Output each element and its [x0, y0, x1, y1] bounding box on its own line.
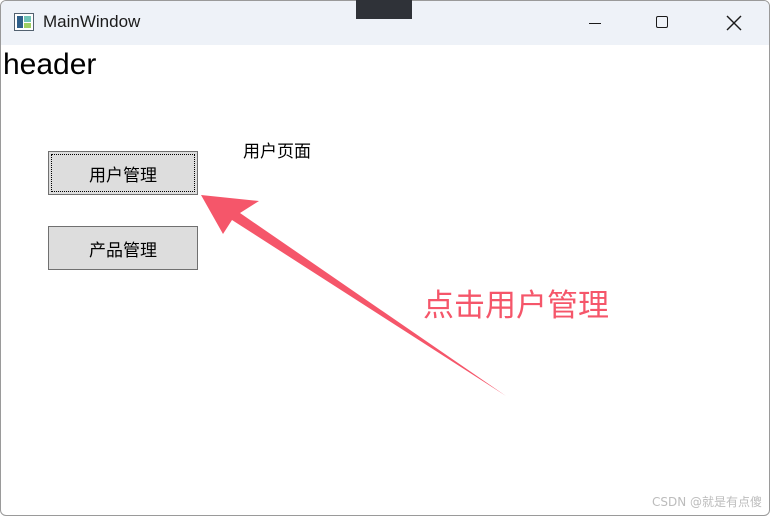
watermark: CSDN @就是有点傻 — [651, 495, 762, 509]
header-label: header — [3, 48, 97, 81]
annotation-text: 点击用户管理 — [423, 288, 609, 324]
main-window: MainWindow header 用户管理 产品管理 用户页面 — [0, 0, 770, 516]
user-management-button[interactable]: 用户管理 — [48, 151, 198, 195]
window-title: MainWindow — [43, 12, 141, 31]
close-button[interactable] — [698, 1, 768, 45]
product-management-button[interactable]: 产品管理 — [48, 226, 198, 270]
maximize-button[interactable] — [627, 1, 697, 45]
app-window-icon — [14, 13, 34, 31]
maximize-icon — [656, 16, 668, 28]
close-icon — [726, 15, 742, 31]
screen-notch — [356, 0, 412, 19]
minimize-button[interactable] — [559, 1, 629, 45]
user-page-label: 用户页面 — [243, 142, 311, 162]
minimize-icon — [589, 23, 601, 24]
